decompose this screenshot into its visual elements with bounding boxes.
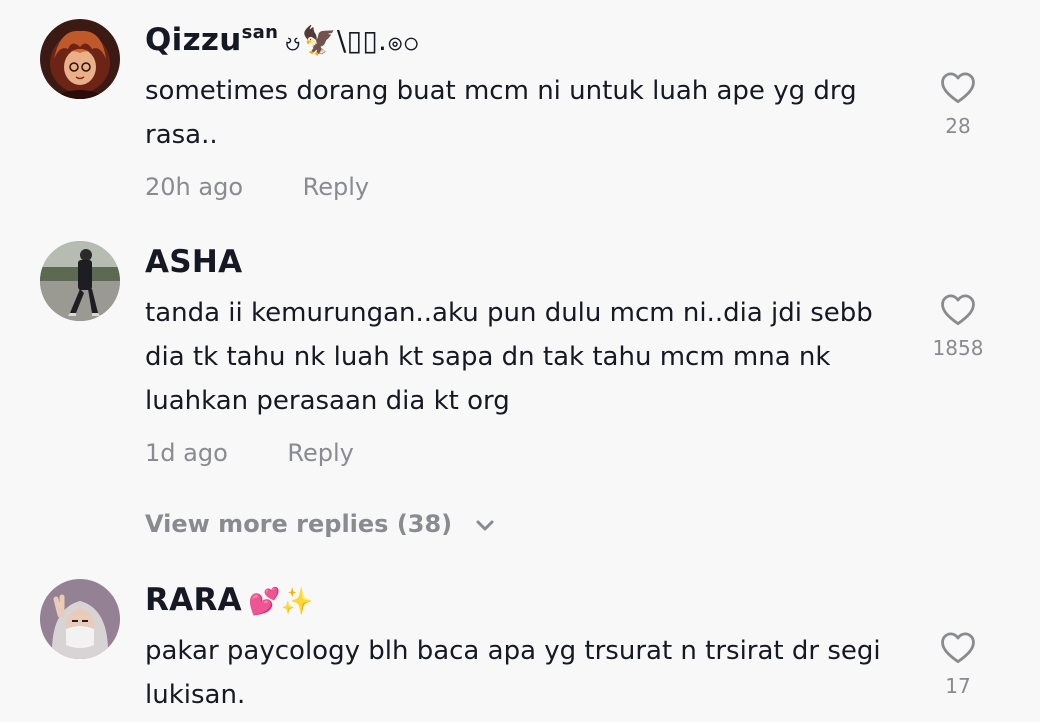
heart-outline-icon [941, 294, 975, 326]
view-more-replies-label: View more replies (38) [145, 510, 453, 538]
avatar[interactable] [40, 579, 120, 659]
comment-text: sometimes dorang buat mcm ni untuk luah … [145, 76, 857, 150]
like-count: 28 [945, 114, 971, 138]
view-more-replies-button[interactable]: View more replies (38) [145, 510, 495, 539]
reply-button[interactable]: Reply [303, 173, 369, 201]
comment-meta: 1d ago Reply [145, 439, 354, 467]
username[interactable]: Qizzusan ၓ🦅\▯▯.ၜ၀ [145, 22, 419, 64]
like-count: 1858 [932, 336, 984, 360]
avatar[interactable] [40, 241, 120, 321]
avatar[interactable] [40, 19, 120, 99]
hijab-person-avatar-image [40, 579, 120, 659]
username[interactable]: RARA 💕✨ [145, 582, 313, 618]
comment-timestamp: 20h ago [145, 173, 244, 201]
comment-text: tanda ii kemurungan..aku pun dulu mcm ni… [145, 298, 873, 416]
heart-outline-icon [941, 72, 975, 104]
like-button[interactable]: 17 [908, 630, 1008, 698]
username-superscript: san [241, 22, 279, 43]
username-text: RARA [145, 582, 242, 618]
username-text: Qizzu [145, 22, 242, 58]
comment-timestamp: 1d ago [145, 439, 228, 467]
like-count: 17 [945, 674, 971, 698]
comment-text: pakar paycology blh baca apa yg trsurat … [145, 636, 881, 710]
username-decoration: ၓ🦅\▯▯.ၜ၀ [284, 24, 420, 57]
chevron-down-icon [475, 511, 495, 539]
like-button[interactable]: 1858 [908, 292, 1008, 360]
username[interactable]: ASHA [145, 244, 242, 280]
comment-meta: 20h ago Reply [145, 173, 369, 201]
anime-avatar-image [40, 19, 120, 99]
reply-button[interactable]: Reply [287, 439, 353, 467]
heart-outline-icon [941, 632, 975, 664]
username-emoji: 💕✨ [247, 587, 314, 617]
like-button[interactable]: 28 [908, 70, 1008, 138]
person-photo-avatar-image [40, 241, 120, 321]
